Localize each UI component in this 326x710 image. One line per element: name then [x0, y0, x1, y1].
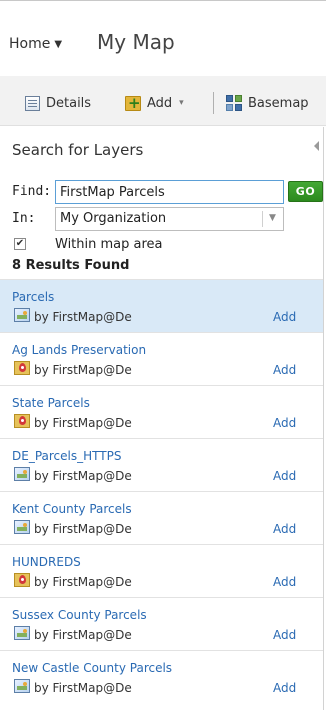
map-layer-icon [14, 626, 30, 640]
home-menu[interactable]: Home ▼ [9, 36, 62, 52]
result-title-link[interactable]: State Parcels [12, 396, 90, 410]
map-title: My Map [97, 30, 175, 54]
search-layers-panel: Search for Layers Find: GO In: My Organi… [0, 127, 326, 710]
result-title-link[interactable]: Kent County Parcels [12, 502, 132, 516]
result-item[interactable]: HUNDREDS by FirstMap@De Add [0, 544, 323, 597]
result-author: by FirstMap@De [34, 416, 132, 430]
find-input[interactable] [55, 180, 284, 204]
result-item[interactable]: DE_Parcels_HTTPS by FirstMap@De Add [0, 438, 323, 491]
result-author: by FirstMap@De [34, 310, 132, 324]
within-map-label: Within map area [55, 237, 163, 252]
result-add-link[interactable]: Add [273, 363, 296, 377]
map-marker-icon [14, 573, 30, 587]
result-item[interactable]: Sussex County Parcels by FirstMap@De Add [0, 597, 323, 650]
result-title-link[interactable]: Sussex County Parcels [12, 608, 147, 622]
in-select-value: My Organization [60, 211, 167, 226]
basemap-button[interactable]: Basemap [226, 94, 309, 112]
add-label: Add [147, 95, 173, 111]
results-list: Parcels by FirstMap@De Add Ag Lands Pres… [0, 279, 323, 703]
result-author: by FirstMap@De [34, 363, 132, 377]
map-toolbar: Details Add ▾ Basemap [0, 76, 326, 126]
map-layer-icon [14, 467, 30, 481]
result-add-link[interactable]: Add [273, 681, 296, 695]
go-button[interactable]: GO [288, 181, 323, 202]
within-map-checkbox[interactable]: ✔ [14, 238, 26, 250]
add-button[interactable]: Add ▾ [125, 94, 184, 112]
home-label: Home [9, 36, 51, 52]
add-layer-icon [125, 94, 141, 112]
details-label: Details [46, 95, 92, 111]
in-select[interactable]: My Organization ▼ [55, 207, 284, 231]
result-author: by FirstMap@De [34, 628, 132, 642]
result-add-link[interactable]: Add [273, 310, 296, 324]
result-item[interactable]: State Parcels by FirstMap@De Add [0, 385, 323, 438]
map-marker-icon [14, 414, 30, 428]
in-label: In: [12, 211, 36, 226]
basemap-label: Basemap [248, 95, 309, 111]
result-item[interactable]: New Castle County Parcels by FirstMap@De… [0, 650, 323, 703]
result-title-link[interactable]: New Castle County Parcels [12, 661, 172, 675]
toolbar-separator [213, 92, 214, 114]
panel-right-border [323, 127, 324, 710]
result-add-link[interactable]: Add [273, 469, 296, 483]
find-label: Find: [12, 184, 52, 199]
result-item[interactable]: Ag Lands Preservation by FirstMap@De Add [0, 332, 323, 385]
app-header: Home ▼ My Map [0, 0, 326, 76]
map-layer-icon [14, 679, 30, 693]
map-layer-icon [14, 308, 30, 322]
add-caret-icon: ▾ [179, 98, 184, 108]
result-author: by FirstMap@De [34, 575, 132, 589]
result-item[interactable]: Parcels by FirstMap@De Add [0, 279, 323, 332]
result-add-link[interactable]: Add [273, 575, 296, 589]
result-add-link[interactable]: Add [273, 522, 296, 536]
result-author: by FirstMap@De [34, 522, 132, 536]
details-icon [25, 95, 40, 111]
basemap-icon [226, 95, 242, 111]
result-add-link[interactable]: Add [273, 416, 296, 430]
result-add-link[interactable]: Add [273, 628, 296, 642]
map-marker-icon [14, 361, 30, 375]
map-layer-icon [14, 520, 30, 534]
result-item[interactable]: Kent County Parcels by FirstMap@De Add [0, 491, 323, 544]
result-title-link[interactable]: DE_Parcels_HTTPS [12, 449, 121, 463]
details-button[interactable]: Details [25, 94, 91, 112]
result-author: by FirstMap@De [34, 681, 132, 695]
result-title-link[interactable]: HUNDREDS [12, 555, 81, 569]
results-count: 8 Results Found [12, 258, 130, 273]
select-divider [262, 211, 263, 227]
chevron-down-icon: ▼ [269, 213, 276, 223]
result-title-link[interactable]: Ag Lands Preservation [12, 343, 146, 357]
result-author: by FirstMap@De [34, 469, 132, 483]
result-title-link[interactable]: Parcels [12, 290, 54, 304]
collapse-panel-icon[interactable] [314, 141, 319, 151]
panel-title: Search for Layers [12, 141, 144, 159]
home-caret-icon: ▼ [54, 38, 63, 50]
